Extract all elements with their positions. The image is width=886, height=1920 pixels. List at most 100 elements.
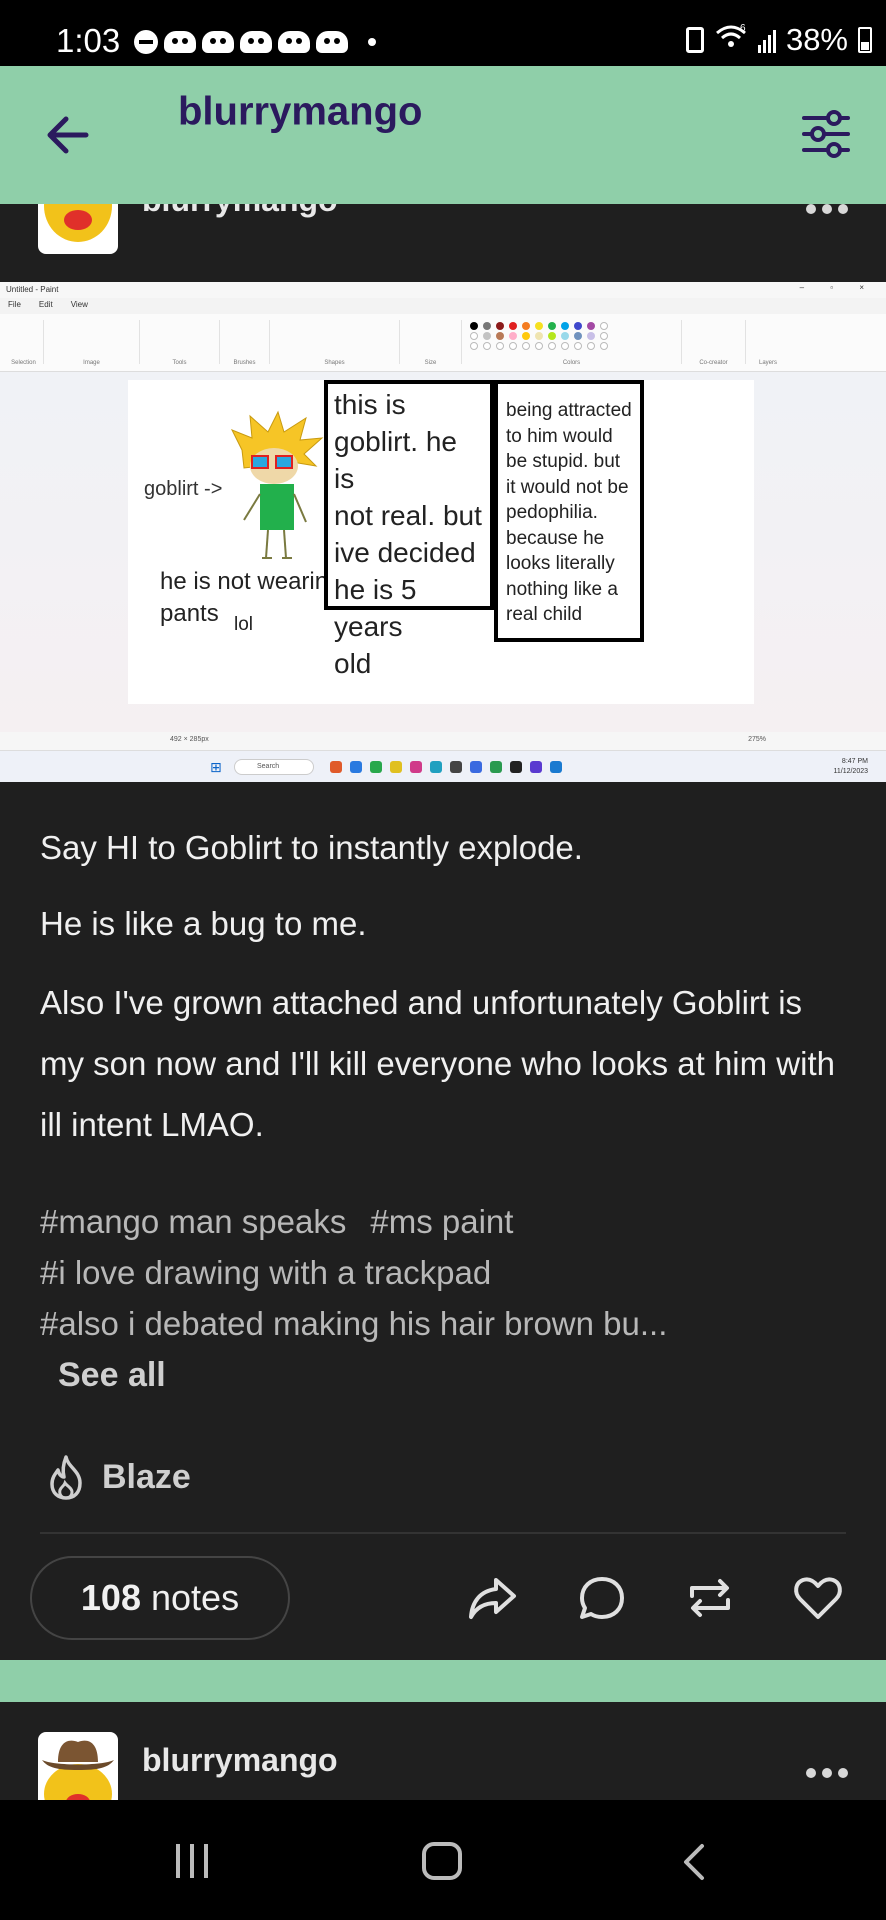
menu-file: File xyxy=(8,300,21,309)
author-avatar[interactable] xyxy=(38,204,118,254)
discord-notification-icon xyxy=(240,31,272,53)
discord-notification-icon xyxy=(164,31,196,53)
svg-text:6: 6 xyxy=(740,23,746,34)
system-icons: 6 38% xyxy=(685,22,872,58)
goblirt-drawing xyxy=(230,410,324,559)
recent-apps-button[interactable] xyxy=(176,1844,208,1878)
tag-link[interactable]: #ms paint xyxy=(370,1203,513,1240)
taskbar-clock: 8:47 PM 11/12/2023 xyxy=(833,758,868,775)
battery-icon xyxy=(858,27,872,53)
sim-icon xyxy=(685,27,704,53)
share-button[interactable] xyxy=(464,1570,520,1626)
ribbon-layers: Layers xyxy=(758,360,777,366)
avatar-face-image xyxy=(44,204,112,242)
status-bar: 1:03 6 38% xyxy=(0,0,886,66)
notification-icons xyxy=(134,30,376,54)
do-not-disturb-icon xyxy=(134,30,158,54)
next-post-more-button[interactable] xyxy=(806,1768,848,1778)
ribbon-shapes: Shapes xyxy=(270,320,400,366)
post-author-name[interactable]: blurrymango xyxy=(142,204,338,219)
see-all-tags-button[interactable]: See all xyxy=(58,1356,166,1395)
lol-note: lol xyxy=(234,614,254,635)
next-post-author[interactable]: blurrymango xyxy=(142,1742,338,1779)
dot-icon xyxy=(822,1768,832,1778)
home-button[interactable] xyxy=(422,1842,462,1880)
reply-button[interactable] xyxy=(574,1570,630,1626)
post-separator xyxy=(0,1660,886,1702)
ribbon-selection: Selection xyxy=(4,320,44,366)
goblirt-label: goblirt -> xyxy=(144,478,223,500)
dot-icon xyxy=(822,204,832,214)
paint-canvas-area: goblirt -> he is not wearing pants lol t… xyxy=(0,372,886,732)
ribbon-cocreator: Co-creator xyxy=(682,320,746,366)
post-image[interactable]: Untitled - Paint – ▫ × File Edit View Se… xyxy=(0,282,886,782)
ribbon-brushes: Brushes xyxy=(220,320,270,366)
windows-taskbar: ⊞ Search 8:47 PM 11/12/2023 xyxy=(0,750,886,782)
blog-settings-button[interactable] xyxy=(798,106,854,162)
windows-start-icon: ⊞ xyxy=(210,759,222,775)
paint-ribbon: Selection Image Tools Brushes Shapes Siz… xyxy=(0,314,886,372)
discord-notification-icon xyxy=(202,31,234,53)
next-post-avatar[interactable] xyxy=(38,1732,118,1800)
paint-status-bar: 492 × 285px 275% xyxy=(0,732,886,750)
wifi-icon: 6 xyxy=(714,23,748,58)
dot-icon xyxy=(806,204,816,214)
android-nav-bar xyxy=(0,1800,886,1920)
signal-icon xyxy=(757,27,776,53)
post-card: blurrymango Untitled - Paint – ▫ × File … xyxy=(0,204,886,1660)
tag-link[interactable]: #i love drawing with a trackpad xyxy=(40,1254,491,1291)
back-button[interactable] xyxy=(40,110,100,160)
attraction-text-box: being attracted to him would be stupid. … xyxy=(494,380,644,642)
blog-header: blurrymango xyxy=(0,66,886,204)
ribbon-image: Image xyxy=(44,320,140,366)
share-arrow-icon xyxy=(469,1578,516,1619)
like-button[interactable] xyxy=(790,1570,846,1626)
ribbon-tools: Tools xyxy=(140,320,220,366)
chevron-left-icon xyxy=(684,1844,704,1880)
taskbar-app-icons xyxy=(330,761,562,773)
discord-notification-icon xyxy=(278,31,310,53)
reblog-button[interactable] xyxy=(682,1570,738,1626)
next-post-card: blurrymango xyxy=(0,1702,886,1800)
menu-view: View xyxy=(70,300,88,309)
notes-button[interactable]: 108 notes xyxy=(30,1556,290,1640)
dot-icon xyxy=(806,1768,816,1778)
heart-icon xyxy=(794,1577,842,1619)
paint-window-title: Untitled - Paint xyxy=(6,285,59,294)
goblirt-text-box: this is goblirt. he is not real. but ive… xyxy=(324,380,494,679)
blaze-button[interactable]: Blaze xyxy=(44,1453,191,1501)
more-notifications-icon xyxy=(368,38,376,46)
speech-bubble-icon xyxy=(580,1577,624,1619)
tag-link[interactable]: #also i debated making his hair brown bu… xyxy=(40,1305,667,1342)
post-body: Say HI to Goblirt to instantly explode. … xyxy=(40,824,846,1183)
window-controls-icon: – ▫ × xyxy=(799,283,876,292)
dot-icon xyxy=(838,1768,848,1778)
battery-percent: 38% xyxy=(785,22,848,57)
color-palette xyxy=(470,322,610,350)
system-back-button[interactable] xyxy=(676,1842,716,1882)
tag-link[interactable]: #mango man speaks xyxy=(40,1203,346,1240)
more-options-button[interactable] xyxy=(806,204,848,214)
arrow-left-icon xyxy=(47,116,89,154)
flame-icon xyxy=(50,1455,82,1500)
blaze-label: Blaze xyxy=(102,1457,191,1496)
notes-label: notes xyxy=(151,1577,240,1618)
zoom-level: 275% xyxy=(748,736,766,743)
taskbar-search: Search xyxy=(234,759,314,775)
paint-title-bar: Untitled - Paint – ▫ × xyxy=(0,282,886,298)
status-time: 1:03 xyxy=(56,22,121,59)
dot-icon xyxy=(838,204,848,214)
sliders-icon xyxy=(802,110,850,158)
post-tags: #mango man speaks #ms paint #i love drawi… xyxy=(40,1196,860,1349)
ribbon-size: Size xyxy=(400,320,462,366)
reblog-icon xyxy=(690,1579,730,1617)
menu-edit: Edit xyxy=(38,300,53,309)
cowboy-avatar-image xyxy=(42,1740,114,1800)
post-divider xyxy=(40,1532,846,1534)
post-paragraph: Say HI to Goblirt to instantly explode. xyxy=(40,829,583,866)
post-paragraph: Also I've grown attached and unfortunate… xyxy=(40,984,835,1143)
paint-canvas: goblirt -> he is not wearing pants lol t… xyxy=(128,380,754,704)
post-paragraph: He is like a bug to me. xyxy=(40,905,367,942)
blog-title[interactable]: blurrymango xyxy=(178,90,422,135)
discord-notification-icon xyxy=(316,31,348,53)
